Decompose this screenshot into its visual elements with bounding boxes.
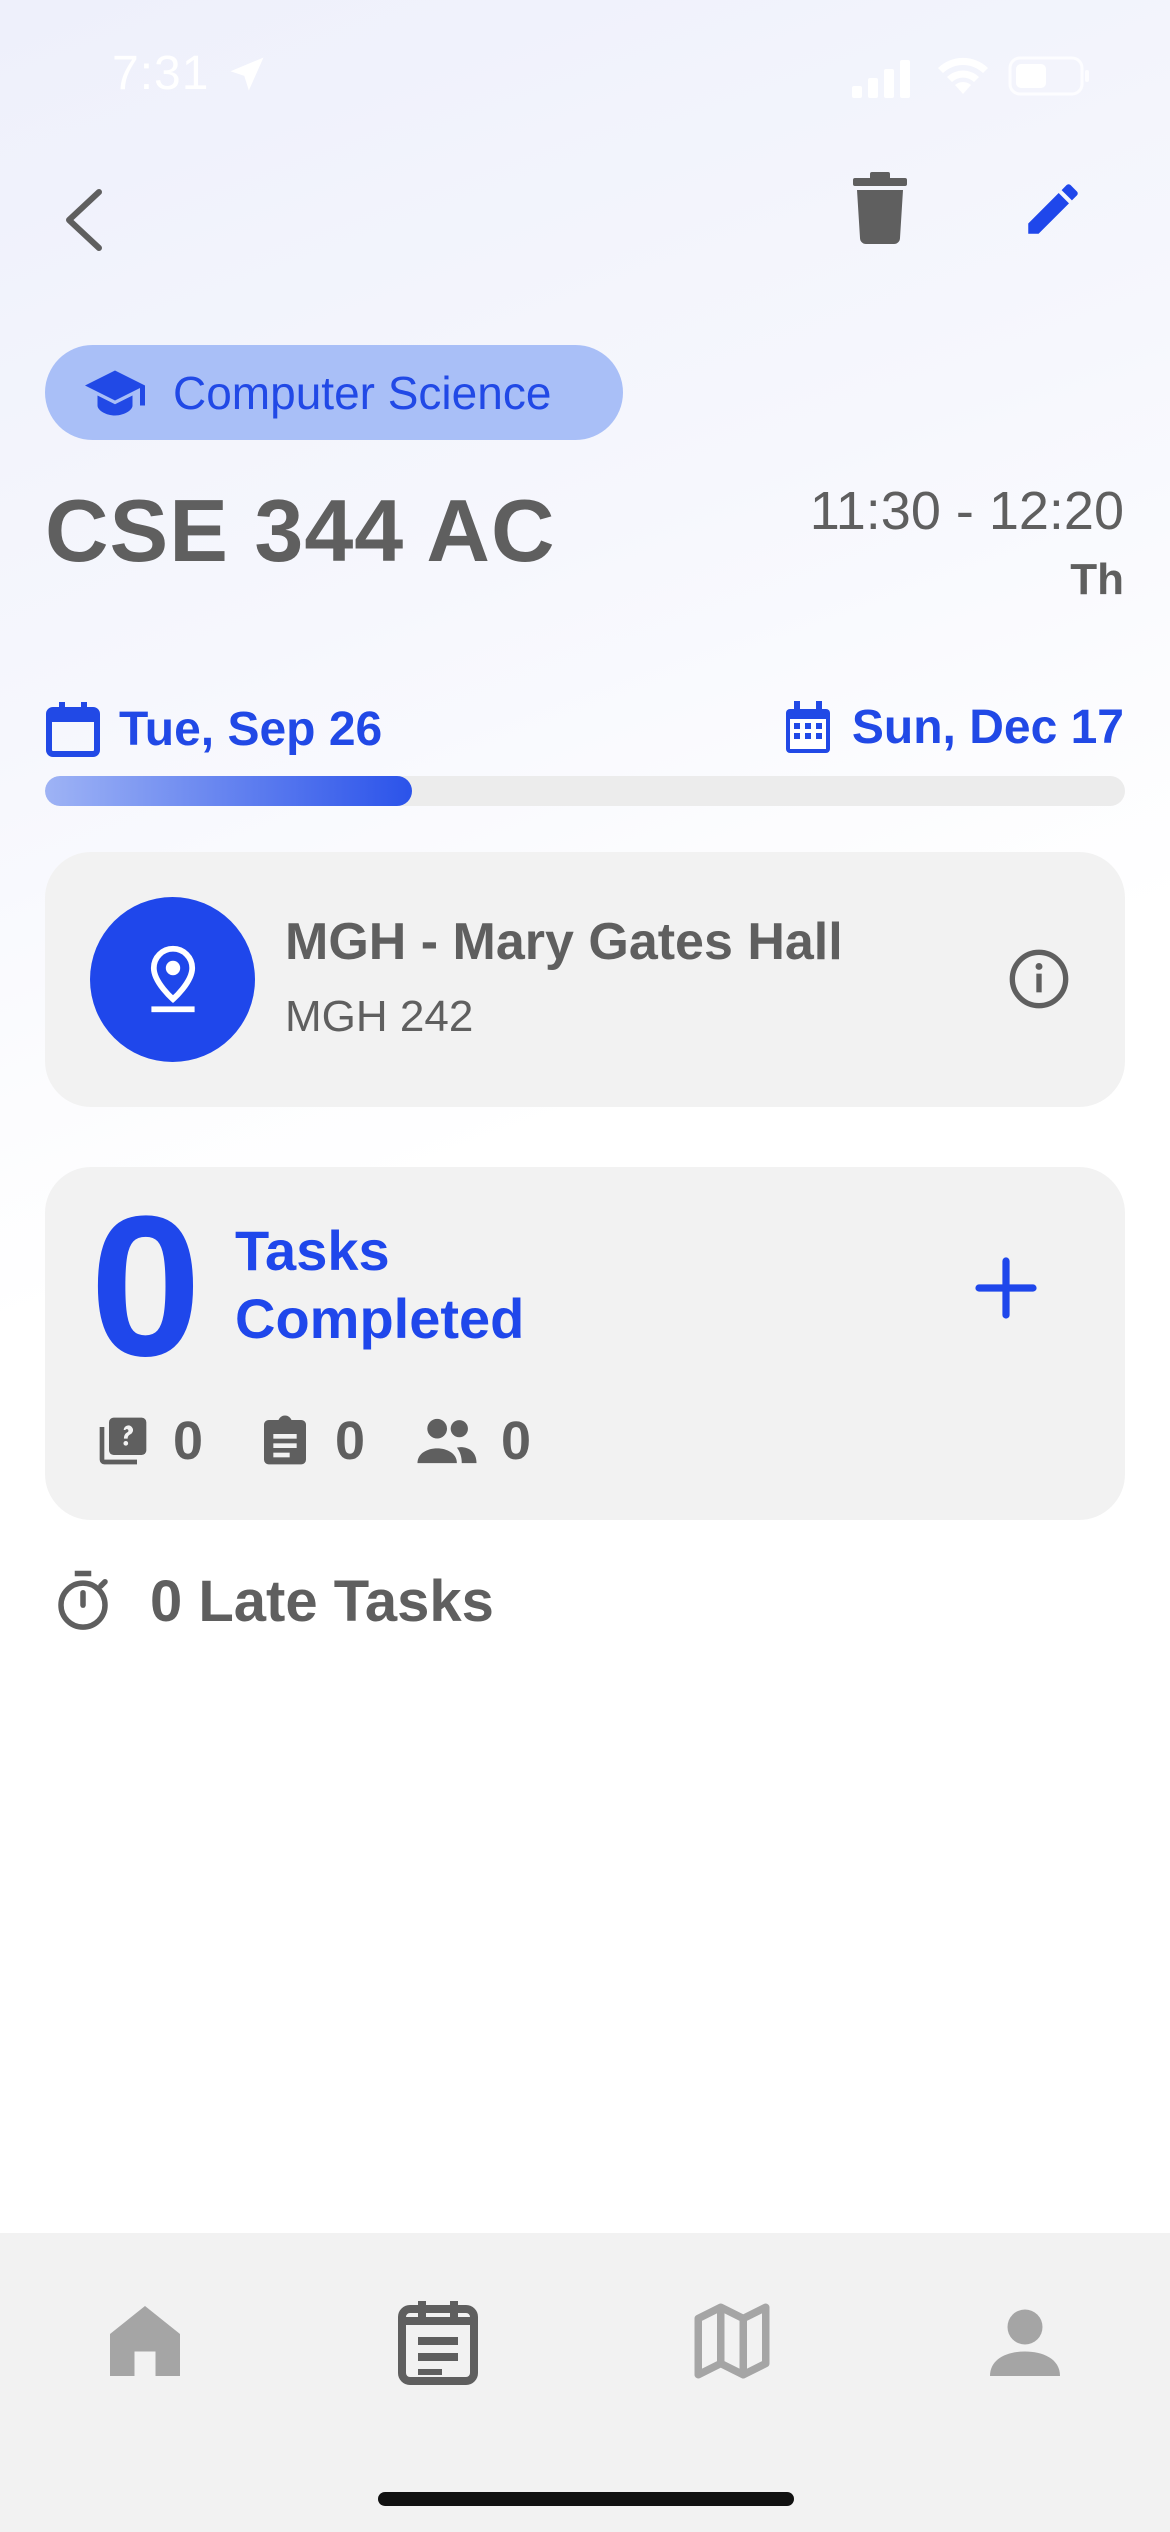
category-chip: Computer Science: [45, 345, 623, 440]
group-stat: 0: [415, 1410, 531, 1472]
home-icon: [110, 2306, 180, 2376]
edit-button[interactable]: [1020, 176, 1086, 242]
group-count: 0: [501, 1411, 532, 1471]
location-card[interactable]: MGH - Mary Gates Hall MGH 242: [45, 852, 1125, 1107]
location-pin-icon: [150, 945, 195, 1012]
clipboard-icon: [264, 1415, 306, 1465]
wifi-icon: [935, 54, 991, 96]
plus-icon: [975, 1257, 1037, 1319]
person-icon: [990, 2309, 1060, 2376]
tab-profile[interactable]: [965, 2281, 1085, 2401]
course-days: Th: [1070, 555, 1124, 604]
map-icon: [694, 2303, 770, 2379]
stopwatch-icon: [50, 1568, 116, 1634]
assignment-stat: 0: [257, 1410, 365, 1472]
quiz-icon: [99, 1417, 147, 1465]
back-button[interactable]: [55, 180, 115, 260]
chevron-left-icon: [66, 189, 102, 251]
category-label: Computer Science: [173, 366, 552, 419]
graduation-cap-icon: [85, 367, 145, 419]
tab-bar: [0, 2233, 1170, 2532]
location-name: MGH - Mary Gates Hall: [285, 913, 843, 971]
calendar-month-icon: [784, 700, 832, 755]
start-date: Tue, Sep 26: [45, 700, 382, 758]
tab-schedule[interactable]: [378, 2281, 498, 2401]
delete-button[interactable]: [850, 172, 910, 244]
end-date: Sun, Dec 17: [784, 700, 1124, 755]
signal-icon: [852, 58, 914, 98]
course-time-range: 11:30 - 12:20: [809, 481, 1124, 541]
late-tasks-label: 0 Late Tasks: [150, 1569, 494, 1634]
battery-icon: [1008, 56, 1090, 96]
course-title: CSE 344 AC: [45, 481, 556, 580]
pencil-icon: [1028, 184, 1078, 234]
start-date-label: Tue, Sep 26: [119, 702, 383, 756]
location-arrow-icon: [225, 52, 269, 96]
completed-label-line1: Tasks: [235, 1219, 390, 1282]
quiz-stat: 0: [95, 1410, 203, 1472]
completed-count: 0: [90, 1175, 202, 1398]
info-button[interactable]: [1007, 947, 1071, 1011]
tab-map[interactable]: [672, 2281, 792, 2401]
calendar-icon: [45, 700, 101, 758]
trash-icon: [853, 172, 907, 244]
home-indicator: [378, 2492, 794, 2506]
info-icon: [1009, 949, 1069, 1009]
end-date-label: Sun, Dec 17: [851, 701, 1124, 754]
tasks-card: 0 Tasks Completed 0 0 0: [45, 1167, 1125, 1520]
people-icon: [417, 1418, 477, 1464]
location-avatar: [90, 897, 255, 1062]
term-progress-fill: [45, 776, 413, 806]
completed-label: Tasks Completed: [235, 1217, 524, 1353]
term-progress-bar: [45, 776, 1125, 806]
calendar-notes-icon: [398, 2301, 478, 2385]
assignment-count: 0: [335, 1411, 366, 1471]
completed-label-line2: Completed: [235, 1287, 525, 1350]
add-task-button[interactable]: [970, 1252, 1042, 1324]
tab-home[interactable]: [85, 2281, 205, 2401]
status-time: 7:31: [112, 47, 210, 100]
location-room: MGH 242: [285, 992, 474, 1041]
quiz-count: 0: [173, 1411, 204, 1471]
